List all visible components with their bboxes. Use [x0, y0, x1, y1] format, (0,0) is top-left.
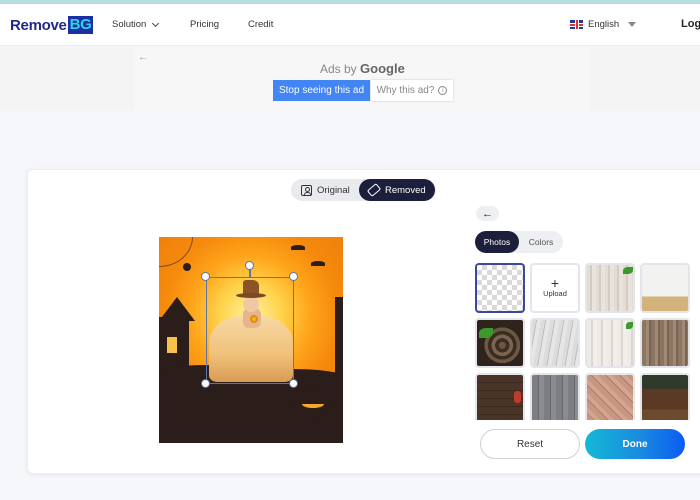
- background-type-tabs: Photos Colors: [475, 231, 563, 253]
- arrow-left-icon: ←: [482, 207, 493, 220]
- resize-handle-bottom-left[interactable]: [201, 379, 210, 388]
- eraser-icon: [366, 183, 382, 197]
- thumb-white-wall-wood-floor[interactable]: [640, 263, 690, 313]
- ads-by-prefix: Ads by: [320, 62, 357, 76]
- thumb-transparent[interactable]: [475, 263, 525, 313]
- language-label: English: [588, 19, 620, 30]
- rotate-handle[interactable]: [245, 261, 254, 270]
- reset-button[interactable]: Reset: [480, 429, 580, 459]
- pumpkin-face-graphic: [302, 400, 324, 408]
- selection-box[interactable]: [206, 277, 294, 384]
- resize-handle-top-left[interactable]: [201, 272, 210, 281]
- thumb-pink-diagonal-planks[interactable]: [585, 373, 635, 420]
- site-header: Remove BG Solution Pricing Credit Englis…: [0, 4, 700, 46]
- stop-seeing-ad-button[interactable]: Stop seeing this ad: [273, 80, 370, 101]
- why-this-ad-button[interactable]: Why this ad? i: [371, 80, 453, 101]
- ads-by-google-label: Ads by Google: [320, 61, 405, 76]
- bat-graphic: [311, 261, 325, 266]
- nav-solution[interactable]: Solution: [112, 19, 160, 30]
- background-thumbnail-grid: + Upload: [475, 263, 700, 420]
- info-icon: i: [438, 86, 448, 95]
- nav-pricing[interactable]: Pricing: [190, 19, 219, 30]
- toggle-removed-label: Removed: [385, 184, 426, 196]
- logo-text-bg: BG: [67, 16, 94, 34]
- login-link[interactable]: Log: [681, 18, 700, 30]
- tab-colors[interactable]: Colors: [519, 231, 563, 253]
- uk-flag-icon: [570, 20, 583, 29]
- thumb-tree-stump-with-leaf[interactable]: [475, 318, 525, 368]
- upload-background-button[interactable]: + Upload: [530, 263, 580, 313]
- ads-by-brand: Google: [360, 61, 405, 76]
- nav-pricing-label: Pricing: [190, 19, 220, 30]
- caret-down-icon: [628, 22, 637, 27]
- removebg-logo[interactable]: Remove BG: [10, 16, 94, 34]
- nav-credit-label: Credit: [248, 19, 274, 30]
- language-selector[interactable]: English: [570, 19, 637, 30]
- toggle-original-label: Original: [317, 184, 350, 196]
- portrait-icon: [301, 184, 312, 196]
- leaf-graphic: [623, 267, 633, 274]
- ad-frame: [135, 47, 590, 111]
- ad-banner: [0, 47, 700, 111]
- resize-handle-top-right[interactable]: [289, 272, 298, 281]
- thumb-whitewashed-wood-with-plant[interactable]: [585, 318, 635, 368]
- bat-graphic: [291, 245, 305, 250]
- logo-text-remove: Remove: [10, 16, 67, 34]
- thumb-light-wood-with-plant[interactable]: [585, 263, 635, 313]
- done-button[interactable]: Done: [585, 429, 685, 459]
- thumb-grey-white-wood[interactable]: [530, 318, 580, 368]
- thumb-grey-planks[interactable]: [530, 373, 580, 420]
- rotate-handle-line: [249, 269, 251, 278]
- panel-back-button[interactable]: ←: [476, 206, 499, 221]
- thumb-brown-wood[interactable]: [640, 318, 690, 368]
- house-window-graphic: [167, 337, 177, 353]
- toggle-removed[interactable]: Removed: [359, 179, 435, 201]
- why-this-ad-label: Why this ad?: [376, 85, 435, 96]
- resize-handle-bottom-right[interactable]: [289, 379, 298, 388]
- thumb-forest-cabin[interactable]: [640, 373, 690, 420]
- nav-solution-label: Solution: [112, 19, 147, 30]
- toggle-original[interactable]: Original: [291, 179, 359, 201]
- nav-credit[interactable]: Credit: [248, 19, 273, 30]
- leaf-graphic: [626, 322, 633, 329]
- upload-label: Upload: [543, 289, 567, 298]
- chevron-down-icon: [152, 19, 160, 27]
- spider-graphic: [183, 263, 191, 271]
- berries-graphic: [514, 391, 521, 403]
- plus-icon: +: [550, 275, 560, 291]
- tab-photos[interactable]: Photos: [475, 231, 519, 253]
- view-toggle: Original Removed: [291, 179, 436, 201]
- thumb-dark-wood-with-berries[interactable]: [475, 373, 525, 420]
- tree-silhouette: [335, 297, 343, 377]
- leaf-graphic: [479, 328, 493, 338]
- ad-back-arrow-icon[interactable]: ←: [138, 52, 148, 63]
